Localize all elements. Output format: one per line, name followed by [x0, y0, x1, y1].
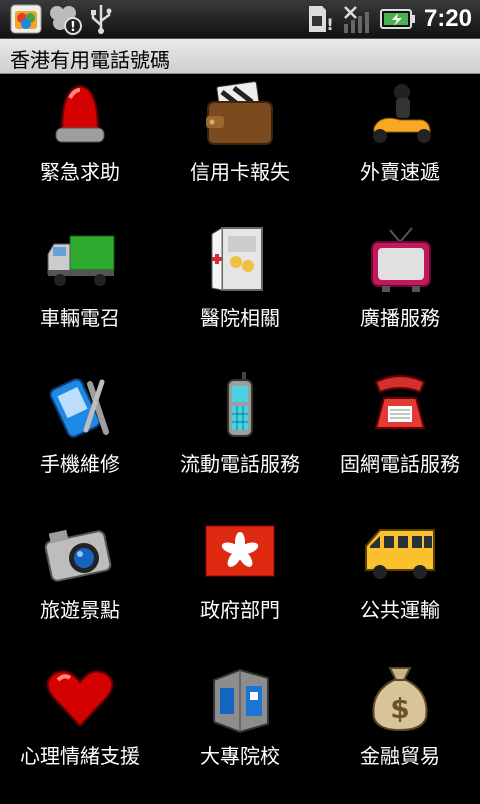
grid-item-emergency[interactable]: 緊急求助 — [0, 74, 160, 220]
grid-item-mobile-service[interactable]: 流動電話服務 — [160, 366, 320, 512]
grid-item-label: 流動電話服務 — [180, 452, 300, 476]
grid-item-emotional-support[interactable]: 心理情緒支援 — [0, 658, 160, 804]
usb-icon — [91, 5, 112, 34]
siren-icon — [55, 84, 105, 143]
clock: 7:20 — [423, 5, 472, 32]
grid-item-label: 信用卡報失 — [190, 160, 290, 184]
grid-item-universities[interactable]: 大專院校 — [160, 658, 320, 804]
category-grid: 緊急求助 信用卡報失 外賣速遞 車輛電召 醫院相關 廣播服務 手機維修 流動電話… — [0, 74, 480, 800]
grid-item-label: 外賣速遞 — [360, 160, 440, 184]
grid-item-label: 政府部門 — [200, 598, 280, 622]
svg-text:!: ! — [70, 20, 76, 35]
scooter-icon — [373, 84, 431, 143]
grid-item-hospital[interactable]: 醫院相關 — [160, 220, 320, 366]
status-bar: ! ! 7:20 — [0, 0, 480, 39]
sim-alert-icon: ! — [308, 6, 334, 34]
grid-item-label: 公共運輸 — [360, 598, 440, 622]
wallet-icon — [206, 81, 273, 145]
grid-item-label: 大專院校 — [200, 744, 280, 768]
grid-item-finance-trade[interactable]: $ 金融貿易 — [320, 658, 480, 804]
grid-item-label: 醫院相關 — [200, 306, 280, 330]
grid-item-landline-service[interactable]: 固網電話服務 — [320, 366, 480, 512]
grid-item-label: 車輛電召 — [40, 306, 120, 330]
truck-icon — [47, 235, 115, 286]
grid-item-tourism[interactable]: 旅遊景點 — [0, 512, 160, 658]
grid-item-vehicle-call[interactable]: 車輛電召 — [0, 220, 160, 366]
svg-text:!: ! — [326, 15, 333, 34]
grid-item-public-transport[interactable]: 公共運輸 — [320, 512, 480, 658]
app-store-icon — [10, 4, 42, 34]
bus-icon — [365, 529, 435, 579]
landline-phone-icon — [374, 375, 426, 429]
television-icon — [371, 227, 431, 292]
grid-item-label: 手機維修 — [40, 452, 120, 476]
hk-flag-icon — [205, 525, 275, 577]
mobile-phone-icon — [227, 372, 253, 437]
page-title: 香港有用電話號碼 — [10, 48, 170, 72]
grid-item-delivery[interactable]: 外賣速遞 — [320, 74, 480, 220]
medical-cabinet-icon — [211, 227, 263, 291]
grid-item-label: 固網電話服務 — [340, 452, 460, 476]
grid-item-broadcast[interactable]: 廣播服務 — [320, 220, 480, 366]
grid-item-label: 廣播服務 — [360, 306, 440, 330]
battery-charging-icon — [379, 9, 415, 29]
camera-icon — [44, 529, 112, 582]
svg-text:$: $ — [390, 692, 409, 725]
grid-item-label: 金融貿易 — [360, 744, 440, 768]
notification-alert-icon: ! — [50, 6, 82, 35]
grid-item-government[interactable]: 政府部門 — [160, 512, 320, 658]
no-signal-icon — [343, 6, 369, 33]
grid-item-label: 緊急求助 — [40, 160, 120, 184]
heart-icon — [46, 670, 114, 728]
building-icon — [213, 668, 269, 734]
grid-item-credit-card-loss[interactable]: 信用卡報失 — [160, 74, 320, 220]
phone-repair-icon — [49, 378, 109, 438]
title-bar: 香港有用電話號碼 — [0, 39, 480, 74]
grid-item-phone-repair[interactable]: 手機維修 — [0, 366, 160, 512]
grid-item-label: 旅遊景點 — [40, 598, 120, 622]
money-bag-icon: $ — [372, 667, 428, 732]
grid-item-label: 心理情緒支援 — [20, 744, 140, 768]
